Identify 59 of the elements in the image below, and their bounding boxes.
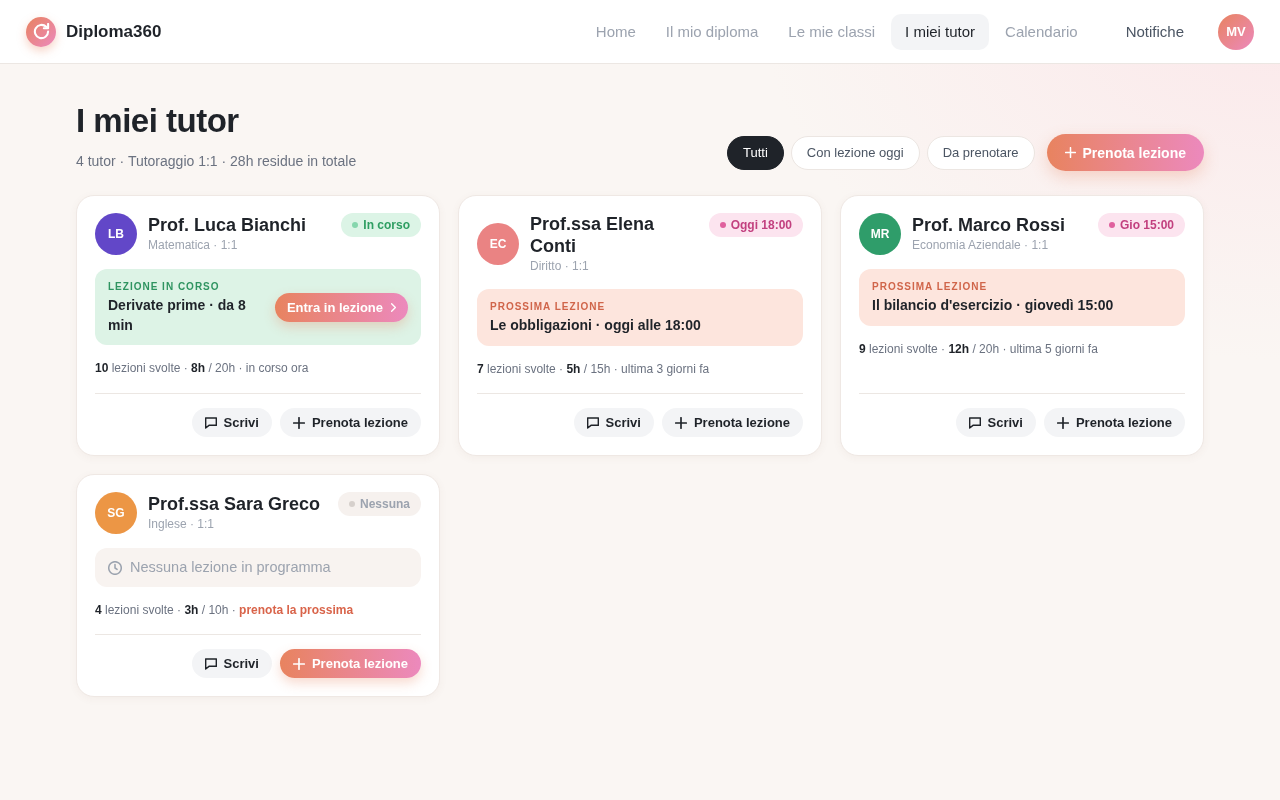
book-lesson-button[interactable]: Prenota lezione [661, 408, 803, 437]
filter-chip[interactable]: Tutti [726, 135, 784, 170]
tutor-name: Prof.ssa Sara Greco [148, 493, 321, 515]
plus-icon [1064, 147, 1076, 158]
filter-chip[interactable]: Da prenotare [926, 135, 1035, 170]
page-subtitle: 4 tutor · Tutoraggio 1:1 · 28h residue in totale [76, 152, 357, 171]
tutor-avatar: EC [477, 223, 519, 265]
plus-icon [292, 416, 305, 429]
tutor-subject: Economia Aziendale · 1:1 [912, 237, 1050, 254]
page-title: I miei tutor [76, 102, 240, 140]
empty-lesson-text: Nessuna lezione in programma [130, 558, 331, 577]
stats-text: 9 lezioni svolte · 12h / 20h · ultima 5 giorni fa [859, 341, 1099, 358]
status-dot-icon [1108, 222, 1115, 228]
tutor-avatar: SG [95, 492, 137, 534]
status-dot-icon [719, 222, 726, 228]
tutor-subject: Matematica · 1:1 [148, 237, 239, 254]
message-button[interactable]: Scrivi [191, 649, 272, 678]
lesson-title: Le obbligazioni · oggi alle 18:00 [490, 316, 702, 335]
chevron-right-icon [391, 303, 396, 312]
book-lesson-button[interactable]: Prenota lezione [1043, 408, 1185, 437]
stats-text: 4 lezioni svolte · 3h / 10h · prenota la prossima [95, 602, 355, 619]
tutor-name: Prof. Luca Bianchi [148, 214, 307, 236]
lesson-label: PROSSIMA LEZIONE [490, 300, 607, 314]
tutor-name: Prof. Marco Rossi [912, 214, 1066, 236]
tutor-avatar: LB [95, 213, 137, 255]
book-next-link[interactable]: prenota la prossima [239, 603, 354, 617]
badge-label: Gio 15:00 [1119, 218, 1174, 232]
logo-icon [26, 16, 56, 47]
chat-icon [586, 416, 599, 429]
badge-label: In corso [363, 218, 410, 232]
clock-icon [108, 560, 122, 575]
lesson-label: LEZIONE IN CORSO [108, 280, 221, 294]
tutor-name: Prof.ssa Elena Conti [530, 213, 656, 257]
chat-icon [968, 416, 981, 429]
nav-link[interactable]: I miei tutor [891, 13, 990, 50]
notifications-link[interactable]: Notifiche [1125, 13, 1184, 50]
book-lesson-button[interactable]: Prenota lezione [279, 408, 421, 437]
badge-label: Oggi 18:00 [730, 218, 792, 232]
stats-text: 7 lezioni svolte · 5h / 15h · ultima 3 giorni fa [477, 361, 711, 378]
app-name: Diploma360 [66, 21, 162, 42]
filter-chip[interactable]: Con lezione oggi [790, 135, 920, 170]
tutor-subject: Inglese · 1:1 [148, 516, 216, 533]
status-dot-icon [352, 222, 359, 228]
tutor-subject: Diritto · 1:1 [530, 258, 590, 275]
status-dot-icon [348, 501, 355, 507]
lesson-label: PROSSIMA LEZIONE [872, 280, 989, 294]
plus-icon [674, 416, 687, 429]
badge-label: Nessuna [359, 497, 410, 511]
plus-icon [1056, 416, 1069, 429]
chat-icon [204, 416, 217, 429]
message-button[interactable]: Scrivi [191, 408, 272, 437]
message-button[interactable]: Scrivi [573, 408, 654, 437]
message-button[interactable]: Scrivi [955, 408, 1036, 437]
lesson-title: Derivate prime · da 8 min [108, 296, 247, 335]
stats-text: 10 lezioni svolte · 8h / 20h · in corso ora [95, 360, 310, 377]
lesson-title: Il bilancio d'esercizio · giovedì 15:00 [872, 296, 1115, 315]
tutor-avatar: MR [859, 213, 901, 255]
plus-icon [292, 657, 305, 670]
chat-icon [204, 657, 217, 670]
